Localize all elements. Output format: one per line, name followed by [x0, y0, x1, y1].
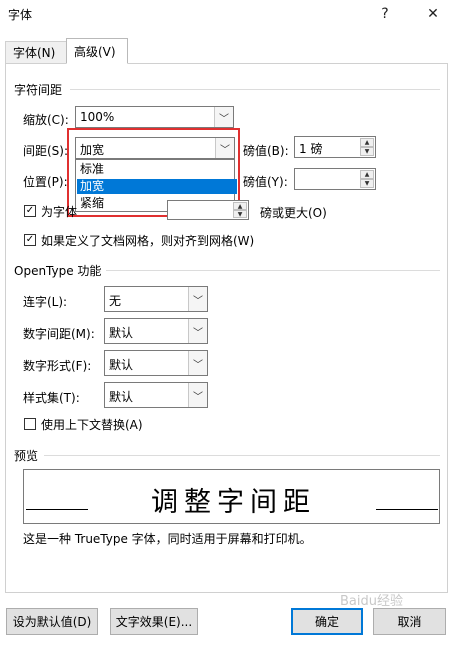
kerning-checkbox[interactable]: ✓	[24, 205, 36, 217]
spacing-by-spinner[interactable]: 1 磅 ▲ ▼	[294, 136, 376, 158]
watermark: Baidu经验	[340, 594, 403, 609]
ligatures-label: 连字(L):	[23, 295, 68, 309]
ok-button[interactable]: 确定	[291, 608, 363, 635]
ligatures-value: 无	[109, 294, 122, 308]
char-spacing-divider	[70, 89, 440, 90]
contextual-label: 使用上下文替换(A)	[41, 418, 143, 432]
close-button[interactable]: ✕	[418, 2, 448, 26]
contextual-checkbox[interactable]	[24, 418, 36, 430]
preview-baseline-left	[26, 509, 88, 510]
snap-grid-label: 如果定义了文档网格，则对齐到网格(W)	[41, 234, 255, 248]
chevron-down-icon[interactable]: ﹀	[214, 107, 233, 127]
help-button[interactable]: ?	[370, 2, 400, 26]
text-effects-button[interactable]: 文字效果(E)...	[110, 608, 198, 635]
kerning-spinner[interactable]: ▲ ▼	[167, 200, 249, 220]
position-by-spinner[interactable]: ▲ ▼	[294, 168, 376, 190]
preview-heading: 预览	[14, 449, 39, 463]
scale-combo[interactable]: 100% ﹀	[75, 106, 234, 128]
chevron-down-icon[interactable]: ﹀	[188, 383, 207, 407]
preview-box: 调整字间距	[23, 469, 440, 524]
num-spacing-combo[interactable]: 默认 ﹀	[104, 318, 208, 344]
stylistic-sets-value: 默认	[109, 390, 134, 404]
chevron-down-icon[interactable]: ﹀	[188, 351, 207, 375]
cancel-button[interactable]: 取消	[373, 608, 446, 635]
position-by-label: 磅值(Y):	[243, 175, 288, 189]
set-default-button[interactable]: 设为默认值(D)	[6, 608, 98, 635]
check-icon: ✓	[25, 234, 35, 245]
scale-value: 100%	[80, 110, 115, 124]
ligatures-combo[interactable]: 无 ﹀	[104, 286, 208, 312]
spin-up-icon[interactable]: ▲	[233, 202, 247, 210]
tab-advanced-label: 高级(V)	[74, 44, 116, 59]
num-spacing-label: 数字间距(M):	[23, 327, 95, 341]
spin-down-icon[interactable]: ▼	[233, 210, 247, 218]
stylistic-sets-combo[interactable]: 默认 ﹀	[104, 382, 208, 408]
num-forms-combo[interactable]: 默认 ﹀	[104, 350, 208, 376]
chevron-down-icon[interactable]: ﹀	[188, 287, 207, 311]
chevron-down-icon[interactable]: ﹀	[188, 319, 207, 343]
opentype-divider	[106, 270, 440, 271]
spin-down-icon[interactable]: ▼	[360, 179, 374, 188]
spin-up-icon[interactable]: ▲	[360, 138, 374, 147]
num-forms-value: 默认	[109, 358, 134, 372]
spacing-label: 间距(S):	[23, 144, 69, 158]
preview-divider	[44, 455, 440, 456]
spacing-by-label: 磅值(B):	[243, 144, 289, 158]
opentype-heading: OpenType 功能	[14, 264, 102, 278]
position-label: 位置(P):	[23, 175, 68, 189]
char-spacing-heading: 字符间距	[14, 83, 63, 97]
spacing-by-value: 1 磅	[299, 142, 323, 156]
preview-note: 这是一种 TrueType 字体，同时适用于屏幕和打印机。	[23, 532, 312, 546]
spin-up-icon[interactable]: ▲	[360, 170, 374, 179]
kerning-suffix: 磅或更大(O)	[260, 206, 327, 220]
spin-down-icon[interactable]: ▼	[360, 147, 374, 156]
tab-font[interactable]: 字体(N)	[5, 41, 67, 63]
num-forms-label: 数字形式(F):	[23, 359, 92, 373]
preview-sample-text: 调整字间距	[151, 487, 316, 518]
stylistic-sets-label: 样式集(T):	[23, 391, 80, 405]
scale-label: 缩放(C):	[23, 113, 69, 127]
check-icon: ✓	[25, 205, 35, 216]
kerning-label: 为字体	[41, 205, 78, 219]
preview-baseline-right	[376, 509, 438, 510]
tab-advanced[interactable]: 高级(V)	[66, 38, 128, 64]
num-spacing-value: 默认	[109, 326, 134, 340]
tab-font-label: 字体(N)	[13, 46, 56, 60]
snap-grid-checkbox[interactable]: ✓	[24, 234, 36, 246]
dialog-title: 字体	[8, 8, 33, 22]
